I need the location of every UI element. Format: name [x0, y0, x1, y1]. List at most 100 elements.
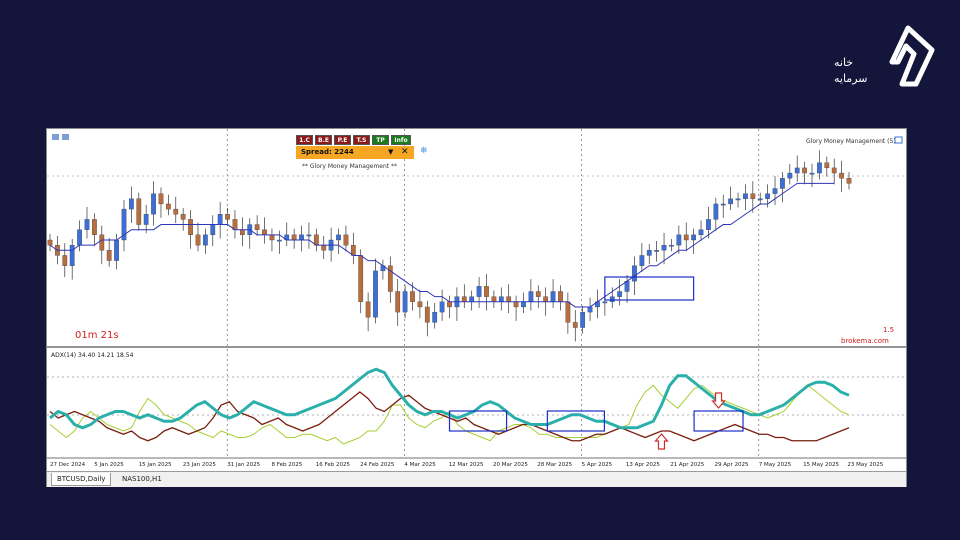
snowflake-icon[interactable]: ❄	[420, 146, 428, 156]
x-tick-label: 13 Apr 2025	[626, 462, 661, 468]
candle	[713, 203, 719, 220]
candle	[343, 234, 349, 246]
candle	[580, 311, 586, 328]
chevron-down-icon[interactable]: ▼	[388, 146, 393, 159]
candle	[491, 296, 497, 302]
candle	[728, 198, 733, 205]
bar-countdown: 01m 21s	[75, 330, 119, 341]
candle	[225, 214, 230, 220]
candle	[602, 301, 608, 304]
price-pane	[47, 129, 906, 346]
candle	[750, 193, 756, 199]
adx-pane	[47, 348, 906, 458]
x-tick-label: 5 Apr 2025	[582, 462, 613, 468]
candle	[417, 301, 423, 308]
ea-button-tp[interactable]: TP	[372, 135, 389, 145]
candle	[47, 239, 53, 246]
x-tick-label: 24 Feb 2025	[360, 462, 395, 468]
candle	[469, 296, 475, 302]
candle	[787, 172, 793, 179]
candle	[646, 250, 652, 256]
candle	[166, 203, 171, 210]
chart-canvas[interactable]: 27 Dec 2024 5 Jan 2025 15 Jan 2025 23 Jan 2…	[47, 129, 906, 471]
candle	[239, 229, 245, 235]
candle	[535, 291, 541, 297]
chart-window: 27 Dec 2024 5 Jan 2025 15 Jan 2025 23 Jan 2…	[46, 128, 907, 487]
candle	[794, 167, 800, 174]
tab-btcusd-daily[interactable]: BTCUSD,Daily	[51, 473, 112, 486]
x-tick-label: 16 Feb 2025	[316, 462, 351, 468]
candle	[691, 234, 697, 241]
candle	[395, 291, 401, 313]
candle	[158, 193, 164, 205]
candle	[609, 296, 615, 302]
x-tick-label: 21 Apr 2025	[670, 462, 705, 468]
candle	[706, 219, 711, 230]
candle	[106, 250, 112, 261]
candle	[180, 214, 186, 220]
candle	[839, 172, 844, 179]
candle	[358, 255, 364, 302]
candle	[410, 291, 415, 302]
candle	[202, 234, 208, 246]
candle	[447, 301, 452, 308]
candle	[195, 234, 201, 246]
candle	[84, 219, 90, 230]
candle	[291, 234, 297, 241]
candle	[506, 296, 512, 302]
x-tick-label: 15 May 2025	[803, 462, 839, 468]
candle	[639, 255, 645, 266]
candle	[484, 286, 489, 297]
candle	[439, 301, 445, 313]
candle	[262, 229, 267, 235]
candle	[99, 234, 105, 251]
candle	[402, 291, 408, 313]
candle	[136, 198, 142, 225]
candle	[550, 291, 556, 302]
candle	[743, 193, 748, 199]
ea-button-pe[interactable]: P.E	[334, 135, 351, 145]
candle	[772, 188, 778, 194]
candle	[69, 245, 75, 266]
ea-title: ** Glory Money Management **	[302, 163, 398, 170]
window-menu-icon[interactable]	[52, 134, 59, 140]
expert-name-label: Glory Money Management (5)	[806, 138, 896, 145]
candle	[809, 172, 815, 175]
candle	[143, 214, 149, 225]
ea-button-be[interactable]: B.E	[315, 135, 332, 145]
candle	[528, 291, 534, 302]
x-tick-label: 29 Apr 2025	[715, 462, 750, 468]
close-icon[interactable]: ✕	[401, 146, 409, 159]
ea-button-info[interactable]: Info	[391, 135, 411, 145]
candle	[151, 193, 156, 215]
candle	[276, 239, 282, 242]
x-tick-label: 8 Feb 2025	[272, 462, 303, 468]
ea-button-1c[interactable]: 1.C	[296, 135, 313, 145]
x-tick-label: 23 Jan 2025	[183, 462, 216, 468]
scale-label: 1.5	[883, 326, 894, 334]
x-tick-label: 7 May 2025	[759, 462, 792, 468]
ea-button-ts[interactable]: T.S	[353, 135, 370, 145]
candle	[676, 234, 682, 246]
tab-nas100-h1[interactable]: NAS100,H1	[117, 473, 167, 485]
x-tick-label: 31 Jan 2025	[227, 462, 260, 468]
candle	[802, 167, 807, 174]
candle	[683, 234, 689, 241]
candle	[765, 193, 770, 199]
candle	[424, 306, 430, 323]
candle	[62, 255, 68, 266]
candle	[817, 162, 822, 174]
candle	[114, 239, 119, 261]
window-menu-icon[interactable]	[62, 134, 69, 140]
candle	[373, 270, 378, 318]
spread-bar: Spread: 2244 ▼ ✕	[296, 146, 414, 159]
brand-name-line2: سرمایه	[834, 72, 868, 85]
candle	[299, 234, 304, 241]
candle	[269, 234, 275, 241]
candle	[661, 245, 667, 251]
x-tick-label: 15 Jan 2025	[139, 462, 172, 468]
candle	[587, 306, 593, 313]
candle	[698, 229, 704, 235]
x-tick-label: 28 Mar 2025	[537, 462, 572, 468]
x-tick-label: 5 Jan 2025	[94, 462, 124, 468]
